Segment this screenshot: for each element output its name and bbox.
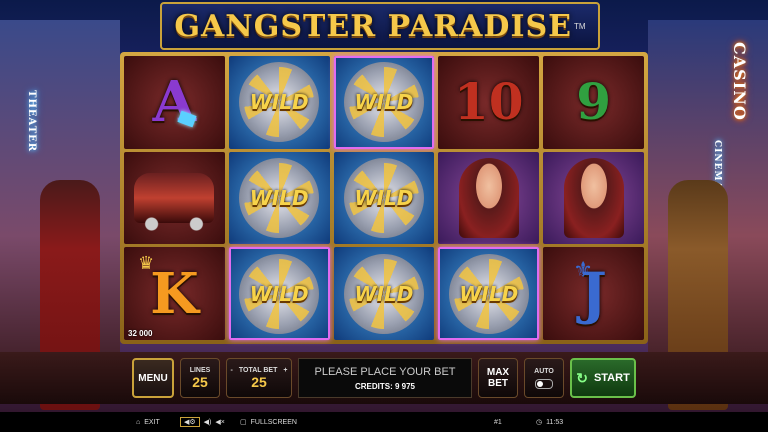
bet-increase-button[interactable]: +: [283, 367, 287, 374]
wild-label: WILD: [354, 281, 414, 306]
start-button[interactable]: ↻ START: [570, 358, 636, 398]
fullscreen-label: FULLSCREEN: [250, 418, 297, 426]
sound-off-icon[interactable]: ◀×: [215, 418, 224, 426]
reel-4: 10 WILD: [438, 56, 540, 341]
reel-cell: 10: [438, 56, 540, 149]
wild-symbol: WILD: [239, 253, 320, 334]
wild-label: WILD: [249, 281, 309, 306]
sound-controls: ◀⚙ ◀) ◀×: [180, 417, 225, 427]
reel-grid: A K ♛ 32 000 WILD WILD WILD WILD WILD WILD 10 WILD 9…: [120, 52, 648, 344]
wild-label: WILD: [249, 90, 309, 115]
reel-3: WILD WILD WILD: [333, 56, 435, 341]
total-bet-value: 25: [251, 373, 267, 390]
reel-cell: WILD: [438, 247, 540, 341]
auto-label: AUTO: [534, 367, 554, 375]
reel-2: WILD WILD WILD: [228, 56, 330, 341]
wild-symbol: WILD: [239, 62, 320, 143]
wild-symbol: WILD: [343, 253, 424, 334]
auto-button[interactable]: AUTO: [524, 358, 564, 398]
reel-cell: K ♛ 32 000: [124, 247, 225, 341]
max-bet-button[interactable]: MAX BET: [478, 358, 518, 398]
wild-symbol: WILD: [343, 158, 424, 238]
reel-cell: [438, 151, 540, 245]
sound-settings-icon[interactable]: ◀⚙: [180, 417, 200, 427]
crown-icon: ♛: [138, 253, 155, 274]
reel-cell: [543, 151, 644, 245]
fleur-de-lis-icon: ⚜: [573, 257, 593, 283]
trademark: TM: [574, 21, 586, 31]
wild-label: WILD: [354, 186, 414, 210]
theater-sign: THEATER: [26, 90, 37, 153]
bet-decrease-button[interactable]: -: [231, 367, 233, 374]
vintage-car-symbol: [134, 173, 215, 231]
symbol-10: 10: [453, 72, 524, 132]
win-amount: 32 000: [128, 329, 153, 339]
wild-label: WILD: [459, 281, 519, 306]
max-label: MAX: [486, 367, 510, 378]
reel-cell: WILD: [333, 247, 435, 341]
lines-value: 25: [192, 373, 208, 390]
lines-label: LINES: [189, 366, 211, 374]
lines-display: LINES 25: [180, 358, 220, 398]
bet-message: PLEASE PLACE YOUR BET: [314, 365, 456, 378]
game-title: GANGSTER PARADISE: [174, 8, 573, 44]
round-number: #1: [494, 419, 502, 426]
total-bet-control: - TOTAL BET + 25: [226, 358, 292, 398]
symbol-k: K: [150, 260, 199, 327]
reel-cell: A: [124, 56, 225, 149]
casino-sign: CASINO: [730, 42, 749, 121]
lady-portrait-symbol: [458, 158, 519, 238]
exit-label: EXIT: [144, 418, 160, 426]
reel-cell: WILD: [228, 151, 330, 245]
wild-symbol: WILD: [448, 253, 529, 334]
game-title-banner: GANGSTER PARADISE TM: [160, 2, 600, 50]
clock-icon: ◷: [536, 419, 543, 426]
clock: ◷ 11:53: [536, 418, 564, 427]
exit-button[interactable]: ⌂ EXIT: [136, 419, 160, 426]
reel-5: 9 J ⚜: [543, 56, 644, 341]
auto-toggle[interactable]: [535, 378, 553, 389]
reel-cell: WILD: [228, 247, 330, 341]
clock-time: 11:53: [546, 418, 564, 426]
wild-label: WILD: [249, 186, 309, 210]
reel-cell: 9: [543, 56, 644, 149]
spin-icon: ↻: [576, 369, 588, 386]
reel-cell: WILD: [333, 151, 435, 245]
reel-cell: WILD: [228, 56, 330, 149]
reel-cell: WILD: [333, 56, 435, 149]
wild-symbol: WILD: [239, 158, 320, 238]
reel-cell: J ⚜: [543, 247, 644, 341]
reel-cell: [124, 151, 225, 245]
sound-on-icon[interactable]: ◀): [204, 418, 212, 426]
credits-display: CREDITS: 9 975: [354, 381, 416, 391]
message-panel: PLEASE PLACE YOUR BET CREDITS: 9 975: [298, 358, 472, 398]
wild-symbol: WILD: [343, 62, 424, 143]
round-label: #1: [494, 418, 502, 426]
reel-1: A K ♛ 32 000: [124, 56, 225, 341]
total-bet-label: TOTAL BET: [238, 366, 278, 374]
lady-portrait-symbol: [563, 158, 624, 238]
start-label: START: [593, 372, 630, 384]
fullscreen-button[interactable]: ▢ FULLSCREEN: [240, 418, 297, 427]
menu-button[interactable]: MENU: [132, 358, 174, 398]
symbol-9: 9: [576, 72, 611, 132]
fullscreen-icon: ▢: [240, 419, 247, 426]
wild-label: WILD: [354, 90, 414, 115]
home-icon: ⌂: [136, 418, 141, 426]
bet-label: BET: [488, 378, 508, 389]
menu-label: MENU: [138, 372, 168, 384]
status-bar: ⌂ EXIT ◀⚙ ◀) ◀× ▢ FULLSCREEN #1 ◷ 11:53: [0, 412, 768, 432]
